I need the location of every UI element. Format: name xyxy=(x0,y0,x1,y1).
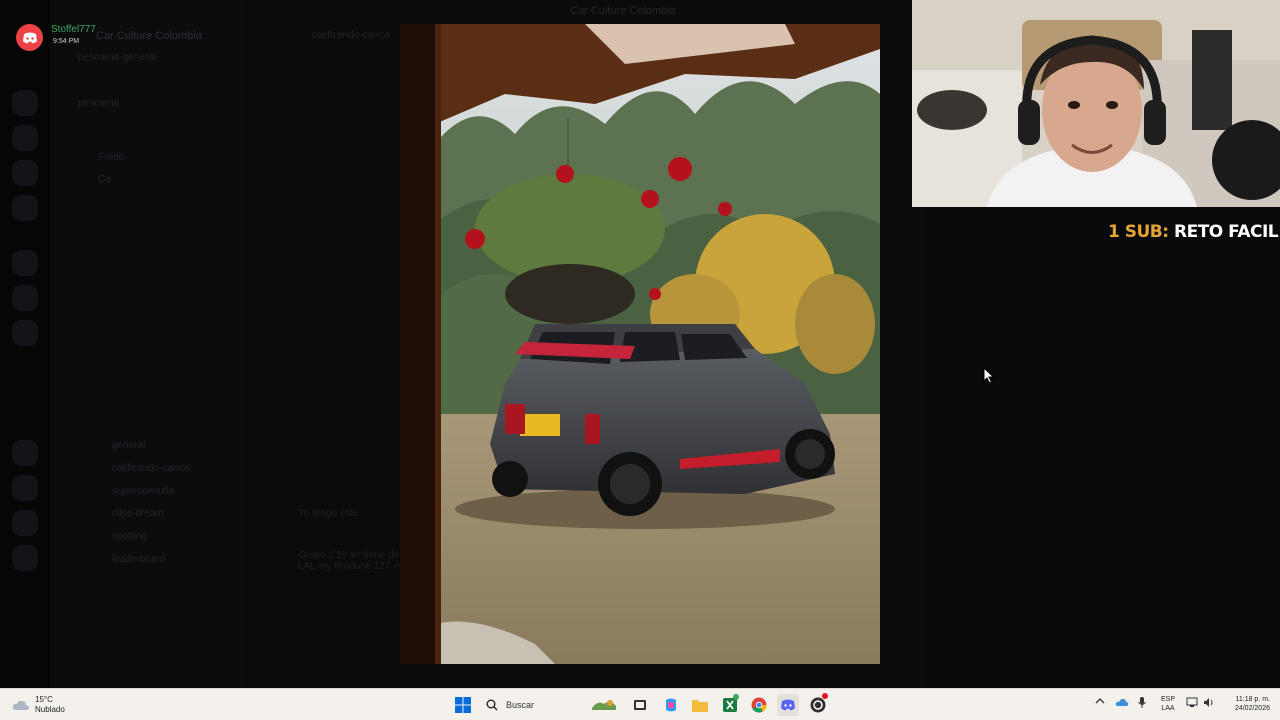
channel-item[interactable]: spotting xyxy=(112,531,147,542)
sub-goal-overlay: 1 SUB: RETO FACIL xyxy=(1108,222,1279,242)
task-view-icon[interactable] xyxy=(629,694,651,716)
obs-icon[interactable] xyxy=(807,693,829,716)
chevron-up-icon[interactable] xyxy=(1095,697,1105,707)
streamer-webcam-image xyxy=(912,0,1280,207)
onedrive-icon[interactable] xyxy=(1115,697,1129,709)
server-icon[interactable] xyxy=(12,285,38,311)
channel-item[interactable]: pescarna-general xyxy=(78,52,156,63)
search-placeholder: Buscar xyxy=(506,700,535,710)
server-icon[interactable] xyxy=(12,195,38,221)
window-title: Car Culture Colombia xyxy=(570,5,676,17)
server-rail xyxy=(0,0,50,688)
channel-item[interactable]: general xyxy=(112,440,145,451)
channel-item[interactable]: Fredo xyxy=(98,152,124,163)
discord-logo-icon xyxy=(22,32,37,43)
keyboard-layout: LAA xyxy=(1161,705,1175,712)
weather-widget[interactable]: 15°C Nublado xyxy=(12,695,65,715)
server-icon[interactable] xyxy=(12,440,38,466)
cloud-icon xyxy=(12,700,30,710)
server-icon[interactable] xyxy=(12,475,38,501)
clock-date: 24/02/2026 xyxy=(1234,705,1270,712)
recording-dot-icon xyxy=(822,693,828,699)
badge-icon xyxy=(733,694,739,700)
volume-icon[interactable] xyxy=(1203,697,1215,710)
weather-temperature: 15°C xyxy=(35,695,53,704)
search-highlight-icon xyxy=(592,700,616,710)
webcam-feed xyxy=(912,0,1280,207)
notification-time: 9:54 PM xyxy=(53,38,80,45)
language-code: ESP xyxy=(1160,696,1175,703)
windows-start-icon[interactable] xyxy=(452,694,474,716)
server-icon[interactable] xyxy=(12,160,38,186)
car-photo[interactable] xyxy=(435,24,880,664)
server-icon[interactable] xyxy=(12,510,38,536)
channel-item[interactable]: clips-dream xyxy=(112,508,164,519)
microphone-icon[interactable] xyxy=(1138,697,1146,711)
channel-header: calificando-carros xyxy=(312,30,391,41)
taskbar: 15°C Nublado Buscar ESP LAA 11:18 p. m. … xyxy=(0,688,1280,720)
network-icon[interactable] xyxy=(1186,697,1198,710)
system-clock[interactable]: 11:18 p. m. 24/02/2026 xyxy=(1226,695,1270,713)
search-icon xyxy=(486,699,498,711)
channel-item[interactable]: Ca xyxy=(98,174,111,185)
chat-message: Grupo C10 ler tiene de LAL aly Produce 1… xyxy=(298,550,404,572)
channel-item[interactable]: calificando-carros xyxy=(112,463,190,474)
weather-description: Nublado xyxy=(35,705,65,714)
discord-icon[interactable] xyxy=(777,694,799,716)
server-icon[interactable] xyxy=(12,545,38,571)
server-icon[interactable] xyxy=(12,320,38,346)
server-name[interactable]: Car Culture Colombia xyxy=(96,30,202,42)
sub-goal-prefix: 1 SUB: xyxy=(1108,222,1169,242)
mini-cooper-photo-image xyxy=(435,24,880,664)
file-explorer-icon[interactable] xyxy=(689,694,711,716)
language-indicator[interactable]: ESP LAA xyxy=(1160,695,1176,713)
channel-item[interactable]: leaderboard xyxy=(112,554,165,565)
chrome-icon[interactable] xyxy=(748,694,770,716)
viewer-left-strip xyxy=(400,24,435,664)
mouse-cursor-icon xyxy=(983,366,995,389)
excel-icon[interactable] xyxy=(719,694,741,716)
copilot-icon[interactable] xyxy=(660,694,682,716)
server-icon[interactable] xyxy=(12,125,38,151)
server-icon[interactable] xyxy=(12,250,38,276)
chat-message: Yo tengo este xyxy=(298,508,359,519)
sub-goal-text: RETO FACIL xyxy=(1173,222,1279,242)
taskbar-search[interactable]: Buscar xyxy=(478,693,628,717)
channel-item[interactable]: superconsulta xyxy=(112,486,174,497)
server-icon[interactable] xyxy=(12,90,38,116)
channel-item[interactable]: pescorna xyxy=(78,98,119,109)
clock-time: 11:18 p. m. xyxy=(1235,696,1270,703)
notification-username: Stoffel777 xyxy=(51,24,96,35)
discord-notification-avatar[interactable] xyxy=(16,24,43,51)
